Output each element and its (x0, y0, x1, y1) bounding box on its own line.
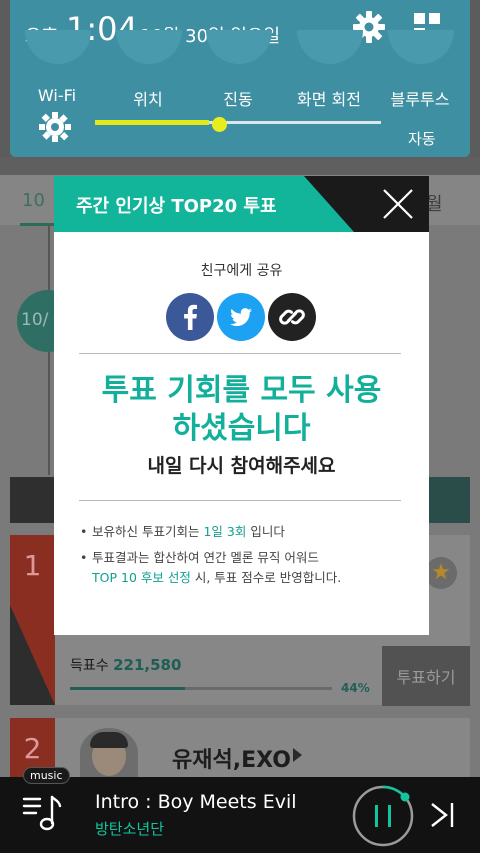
message-line-2: 하셨습니다 (172, 411, 311, 446)
link-icon (279, 309, 305, 325)
track-title[interactable]: Intro : Boy Meets Evil (95, 791, 297, 813)
vote-count: 득표수 221,580 (70, 655, 181, 675)
dialog-header: 주간 인기상 TOP20 투표 (54, 176, 429, 232)
message-line-1: 투표 기회를 모두 사용 (101, 373, 382, 408)
vote-percent: 44% (341, 681, 370, 695)
link-share-button[interactable] (268, 293, 316, 341)
info-2-highlight: TOP 10 후보 선정 (92, 570, 191, 585)
brightness-icon (39, 112, 71, 142)
vote-dialog: 주간 인기상 TOP20 투표 친구에게 공유 투표 기회를 모두 사용 하셨습… (54, 176, 429, 635)
vote-progress-bar (70, 687, 332, 690)
shade-edge-right (470, 0, 480, 157)
brightness-slider[interactable] (95, 120, 381, 125)
playlist-icon[interactable] (22, 793, 64, 833)
rank-ribbon (10, 605, 55, 705)
qs-label-rotation: 화면 회전 (297, 90, 361, 109)
qs-label-bluetooth: 블루투스 (390, 90, 450, 109)
twitter-icon (230, 308, 252, 327)
twitter-share-button[interactable] (217, 293, 265, 341)
qs-label-wifi: Wi-Fi (37, 86, 77, 105)
message-sub: 내일 다시 참여해주세요 (147, 455, 336, 477)
track-artist[interactable]: 방탄소년단 (95, 818, 164, 839)
divider-top (79, 353, 401, 354)
background-banner-left (10, 477, 55, 523)
pause-button[interactable] (350, 783, 416, 849)
bullet: • (80, 524, 88, 539)
next-track-icon[interactable] (428, 798, 458, 832)
wifi-toggle[interactable] (25, 30, 91, 64)
bluetooth-toggle[interactable] (388, 30, 454, 64)
info-2-text-end: 시, 투표 점수로 반영합니다. (190, 570, 342, 585)
qs-label-location: 위치 (133, 90, 163, 109)
info-1-text-end: 입니다 (246, 524, 285, 539)
chevron-right-icon[interactable] (293, 748, 302, 762)
divider-bottom (79, 500, 401, 501)
dialog-title: 주간 인기상 TOP20 투표 (76, 196, 277, 217)
shade-edge-left (0, 0, 10, 157)
artist-name[interactable]: 유재석,EXO (172, 742, 291, 774)
bullet: • (80, 550, 88, 565)
close-icon[interactable] (380, 186, 416, 222)
artist-avatar (80, 728, 138, 778)
vote-button[interactable]: 투표하기 (382, 646, 470, 706)
info-1-text: 보유하신 투표기회는 (92, 524, 204, 539)
vote-count-label: 득표수 (70, 658, 109, 674)
info-1-highlight: 1일 3회 (203, 524, 247, 539)
background-tab-left: 10 (22, 190, 45, 211)
rotation-toggle[interactable] (297, 30, 363, 64)
share-label: 친구에게 공유 (200, 263, 283, 279)
qs-label-vibrate: 진동 (223, 90, 253, 109)
music-badge: music (23, 767, 70, 784)
brightness-handle[interactable] (212, 117, 228, 132)
info-2-text: 투표결과는 합산하여 연간 멜론 뮤직 어워드 (92, 550, 319, 565)
notification-shade: 오후 1:04 10월 30일 일요일 Wi-Fi 위치 진동 화면 (10, 0, 470, 157)
facebook-icon (184, 304, 197, 330)
facebook-share-button[interactable] (166, 293, 214, 341)
brightness-auto-label[interactable]: 자동 (408, 128, 436, 149)
brightness-fill (95, 120, 210, 125)
vote-progress-fill (70, 687, 186, 690)
background-tab-underline (20, 223, 56, 226)
location-toggle[interactable] (116, 30, 182, 64)
vibrate-toggle[interactable] (206, 30, 272, 64)
star-icon[interactable]: ★ (425, 557, 457, 589)
vote-count-value: 221,580 (113, 656, 182, 674)
